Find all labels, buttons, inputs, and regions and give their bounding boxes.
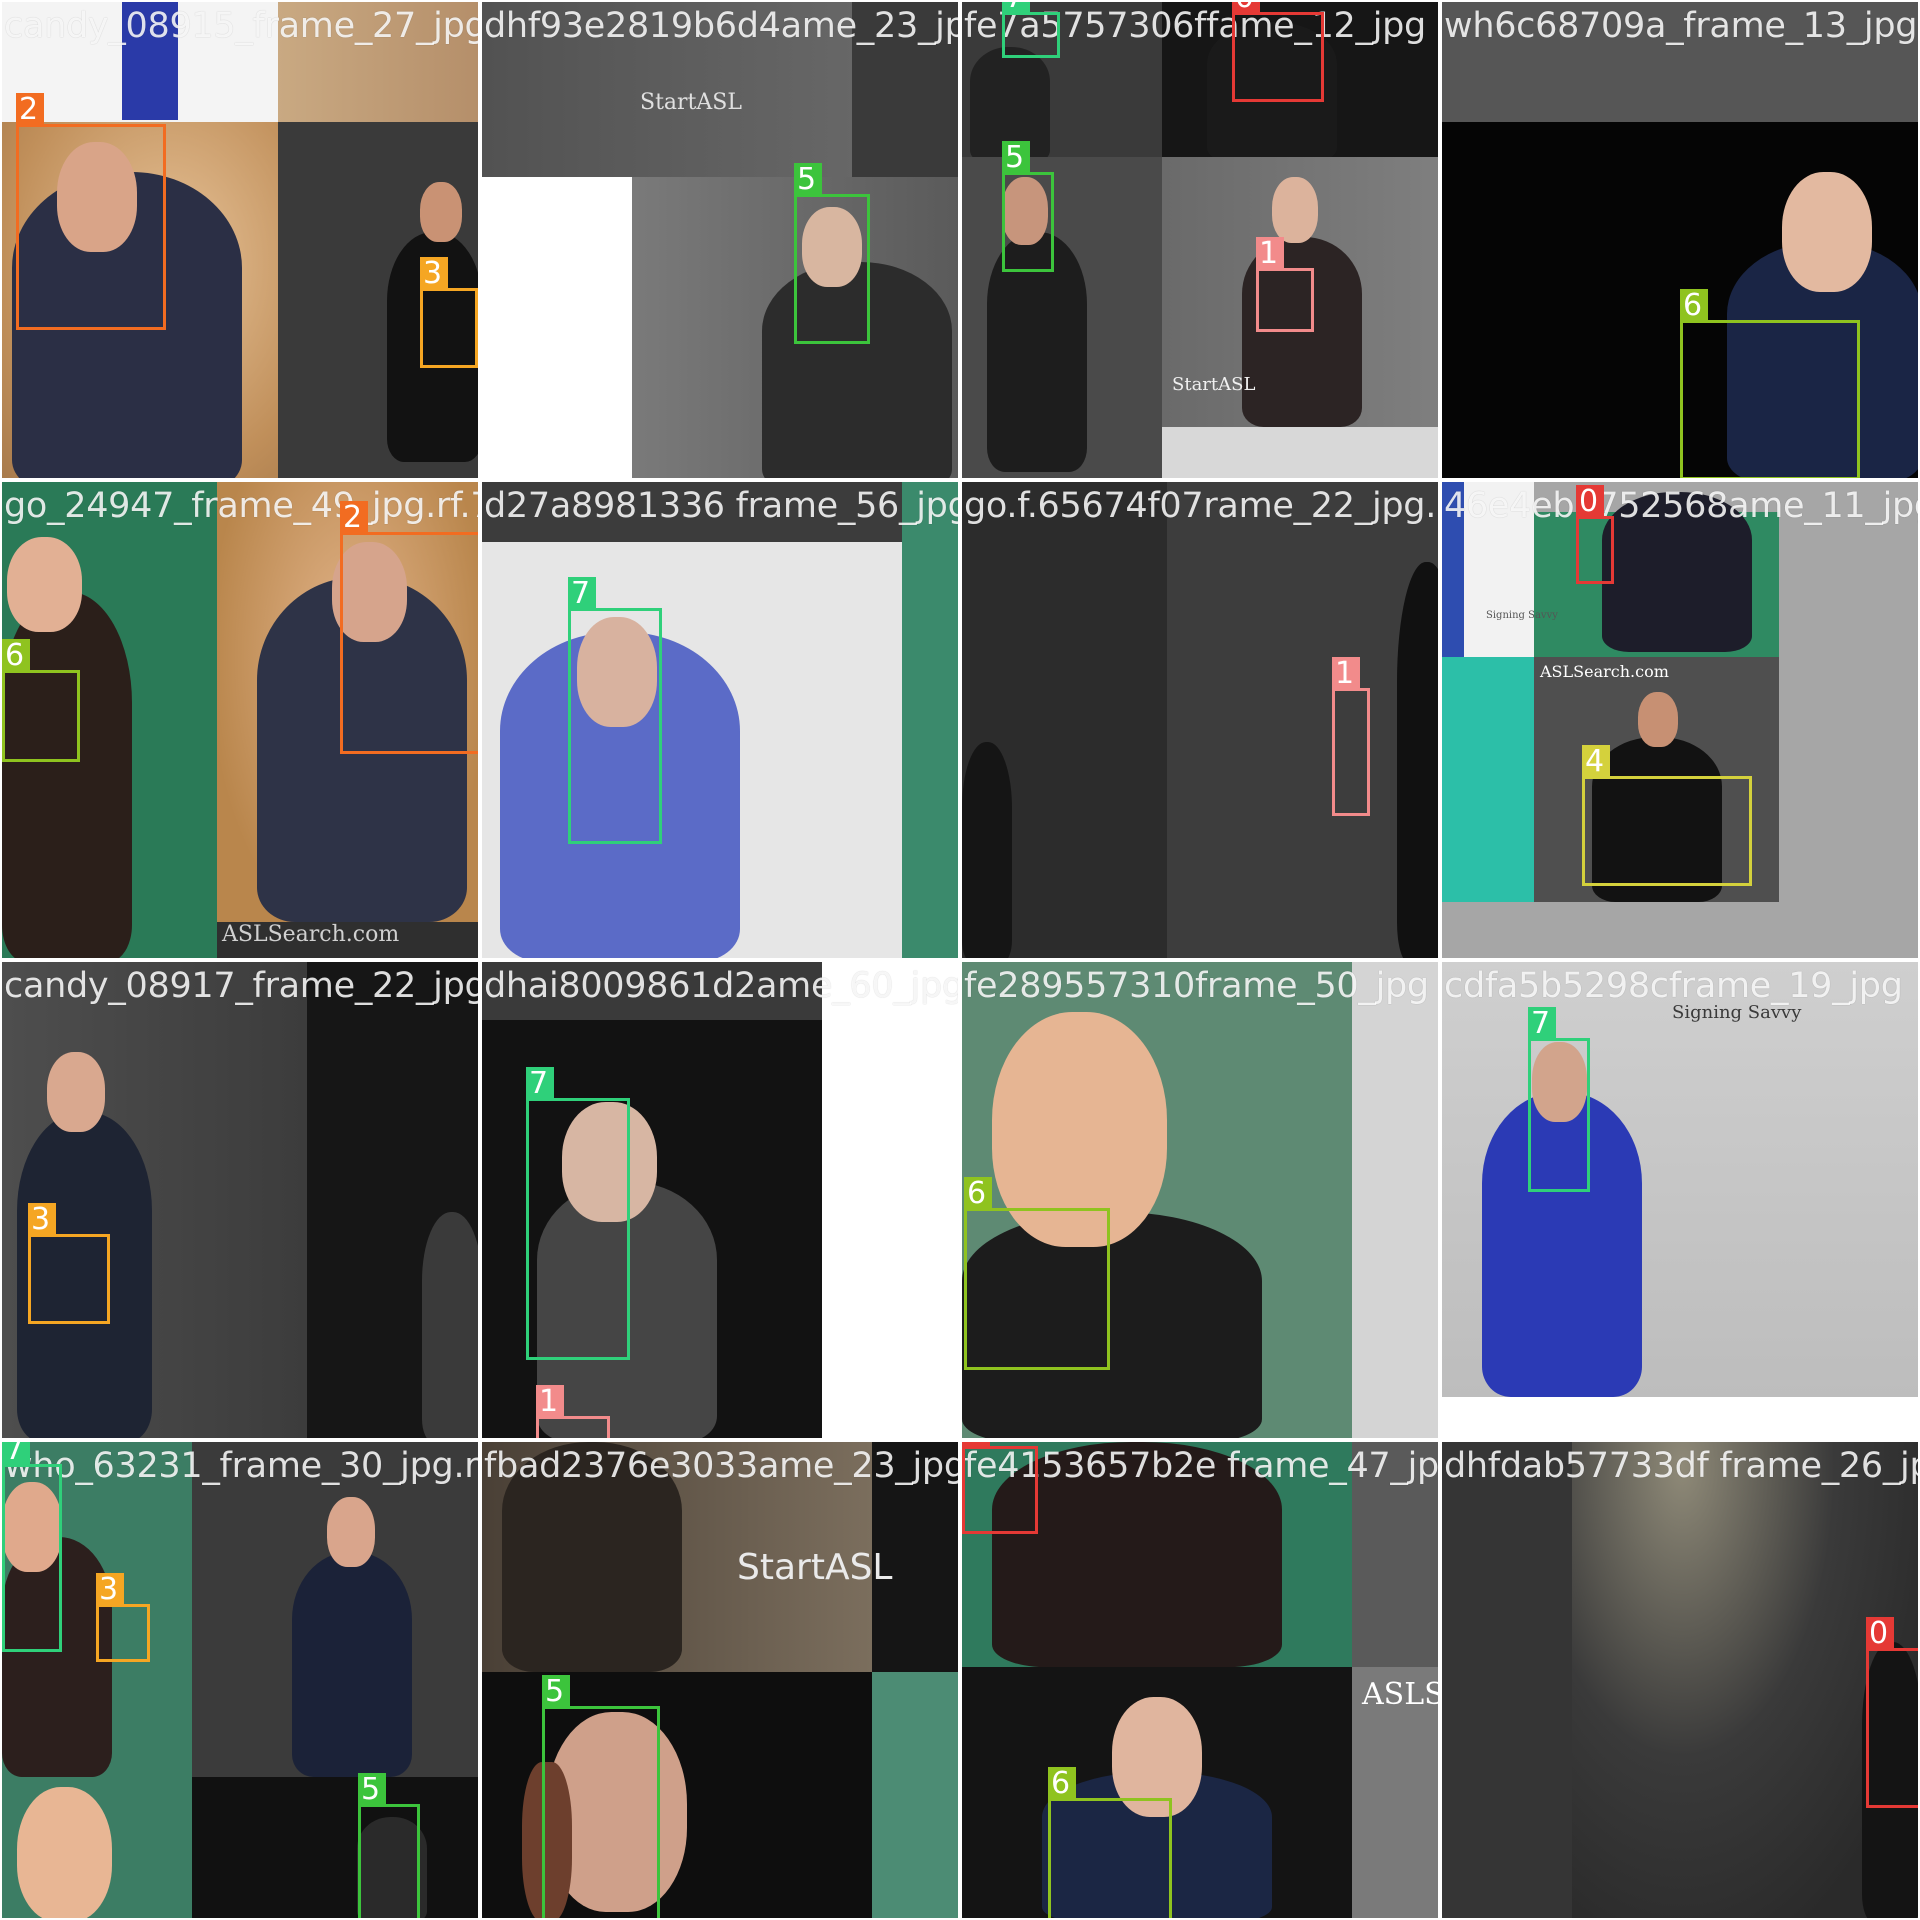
detection-box-class-1: 1 [536,1385,610,1438]
tile-filename-label: dhfdab57733df frame_26_jpg. [1444,1446,1920,1486]
detection-class-tag: 7 [2,1442,30,1467]
tile-filename-label: dhai8009861d2ame_60_jpg [484,966,960,1006]
detection-box-class-6: 6 [2,639,80,762]
detection-class-tag: 2 [340,501,368,535]
detection-class-tag: 6 [2,639,30,673]
watermark-text: StartASL [640,90,742,115]
tile-5: d27a8981336 frame_56_jpg 7 [480,480,960,960]
tile-2: StartASLfe7a5757306ffame_12_jpg7051 [960,0,1440,480]
tile-13: StartASL fbad2376e3033ame_23_jpg. 5 [480,1440,960,1920]
tile-3: wh6c68709a_frame_13_jpg.rf 6 [1440,0,1920,480]
detection-class-tag: 5 [358,1773,386,1807]
detection-class-tag: 5 [794,163,822,197]
detection-box-class-3: 3 [420,257,478,368]
detection-box-class-3: 3 [96,1573,150,1662]
detection-box-class-7: 7 [1528,1007,1590,1192]
tile-11: Signing Savvy cdfa5b5298cframe_19_jpg 7 [1440,960,1920,1440]
detection-box-class-2: 2 [16,93,166,330]
detection-box-class-5: 5 [794,163,870,344]
detection-class-tag: 1 [536,1385,564,1419]
detection-class-tag: 0 [1232,2,1260,15]
tile-7: ASLSearch.com Signing Savvy 46e4eb5752568a… [1440,480,1920,960]
tile-9: dhai8009861d2ame_60_jpg 7 1 [480,960,960,1440]
watermark-text: Signing Savvy [1486,610,1558,621]
detection-class-tag: 1 [1256,237,1284,271]
detection-class-tag: 4 [1582,745,1610,779]
watermark-text: StartASL [737,1547,893,1588]
detection-box-class-0: 0 [1232,2,1324,102]
detection-box-class-5: 5 [358,1773,420,1918]
mosaic-grid: candy_08915_frame_27_jpgdhf93e2819b6d4am… [0,0,1920,1920]
tile-filename-label: 46e4eb5752568ame_11_jpg [1444,486,1920,526]
detection-box-class-0: 0 [1866,1617,1918,1808]
detection-class-tag: 5 [542,1675,570,1709]
detection-box-class-2: 2 [340,501,478,754]
detection-class-tag: 6 [964,1177,992,1211]
detection-class-tag: 6 [1680,289,1708,323]
tile-4: ASLSearch.com go_24947_frame_49_jpg.rf.7e… [0,480,480,960]
detection-class-tag: 2 [16,93,44,127]
tile-14: ASLSeafe4153657b2e frame_47_jpg06 [960,1440,1440,1920]
detection-class-tag: 0 [962,1442,990,1449]
tile-filename-label: cdfa5b5298cframe_19_jpg [1444,966,1903,1006]
detection-class-tag: 0 [1576,485,1604,519]
tile-filename-label: fbad2376e3033ame_23_jpg. [484,1446,960,1486]
tile-6: go.f.65674f07rame_22_jpg.rf.4 1 [960,480,1440,960]
detection-box-class-0: 0 [962,1442,1038,1534]
detection-class-tag: 7 [1002,2,1030,15]
watermark-text: StartASL [1172,374,1256,395]
detection-box-class-1: 1 [1332,657,1370,816]
detection-box-class-7: 7 [568,577,662,844]
tile-0: candy_08915_frame_27_jpgdhf93e2819b6d4am… [0,0,480,480]
detection-class-tag: 6 [1048,1767,1076,1801]
tile-filename-label: wh6c68709a_frame_13_jpg.rf [1444,6,1920,46]
tile-8: candy_08917_frame_22_jpg 3 [0,960,480,1440]
detection-box-class-1: 1 [1256,237,1314,332]
watermark-text: ASLSearch.com [1540,662,1669,681]
detection-class-tag: 0 [1866,1617,1894,1651]
detection-class-tag: 3 [28,1203,56,1237]
detection-class-tag: 3 [420,257,448,291]
tile-1: StartASL dhf93e2819b6d4ame_23_jpg.rf7 5 [480,0,960,480]
detection-box-class-7: 7 [1002,2,1060,58]
tile-15: dhfdab57733df frame_26_jpg. 0 [1440,1440,1920,1920]
detection-box-class-0: 0 [1576,485,1614,584]
tile-filename-label: go_24947_frame_49_jpg.rf.7e27a8981336 fr… [4,486,478,526]
detection-box-class-6: 6 [1048,1767,1172,1918]
tile-filename-label: dhf93e2819b6d4ame_23_jpg.rf7 [484,6,958,46]
tile-filename-label: d27a8981336 frame_56_jpg [484,486,960,526]
detection-box-class-5: 5 [1002,141,1054,272]
detection-class-tag: 3 [96,1573,124,1607]
tile-10: fe289557310frame_50_jpg 6 [960,960,1440,1440]
detection-box-class-4: 4 [1582,745,1752,886]
detection-class-tag: 7 [526,1067,554,1101]
detection-box-class-3: 3 [28,1203,110,1324]
watermark-text: ASLSea [1362,1677,1438,1712]
tile-filename-label: fe289557310frame_50_jpg [964,966,1429,1006]
detection-class-tag: 7 [568,577,596,611]
tile-12: who_63231_frame_30_jpg.rf 7 3 5 [0,1440,480,1920]
tile-filename-label: go.f.65674f07rame_22_jpg.rf.4 [964,486,1440,526]
detection-box-class-6: 6 [964,1177,1110,1370]
detection-box-class-7: 7 [2,1442,62,1652]
tile-filename-label: who_63231_frame_30_jpg.rf [4,1446,480,1486]
tile-filename-label: candy_08917_frame_22_jpg [4,966,480,1006]
detection-box-class-7: 7 [526,1067,630,1360]
detection-class-tag: 5 [1002,141,1030,175]
detection-box-class-5: 5 [542,1675,660,1918]
detection-class-tag: 1 [1332,657,1360,691]
detection-class-tag: 7 [1528,1007,1556,1041]
watermark-text: ASLSearch.com [222,922,400,947]
tile-filename-label: candy_08915_frame_27_jpgdhf93e2819b6d4am… [4,6,480,46]
detection-box-class-6: 6 [1680,289,1860,478]
